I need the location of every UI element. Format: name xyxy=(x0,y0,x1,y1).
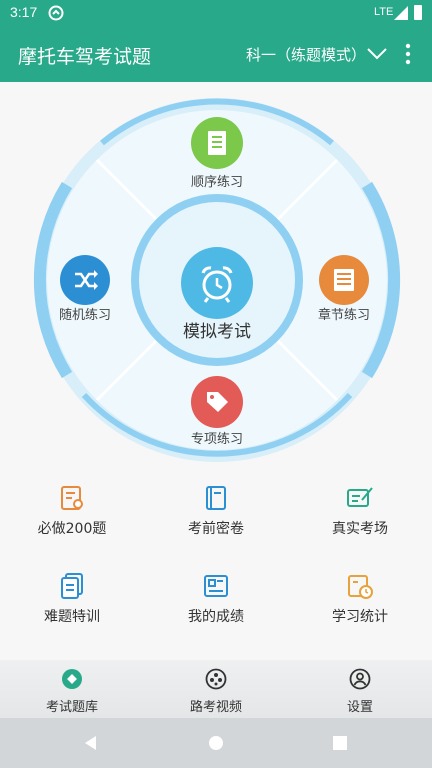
random-practice-button[interactable] xyxy=(60,255,110,305)
tag-icon xyxy=(207,392,228,412)
nav-road-test-video[interactable]: 路考视频 xyxy=(144,660,288,718)
alarm-clock-icon xyxy=(201,266,233,303)
mock-exam-label: 模拟考试 xyxy=(183,322,251,342)
mock-exam-button[interactable] xyxy=(181,247,253,319)
grid-item-my-scores[interactable]: 我的成绩 xyxy=(144,564,288,644)
question-bank-icon xyxy=(62,669,82,689)
nav-label: 路考视频 xyxy=(189,700,242,715)
chapter-practice-button[interactable] xyxy=(319,255,369,305)
film-reel-icon xyxy=(205,668,227,690)
sequential-practice-button[interactable] xyxy=(191,117,243,169)
grid-label: 学习统计 xyxy=(332,609,388,625)
battery-icon xyxy=(414,5,422,20)
nav-label: 考试题库 xyxy=(45,700,98,715)
book-icon xyxy=(206,486,226,510)
chevron-down-icon[interactable] xyxy=(366,45,388,63)
special-practice-label: 专项练习 xyxy=(190,432,243,447)
subject-selector[interactable]: 科一（练题模式） xyxy=(246,44,366,65)
status-bar: 3:17 LTE xyxy=(0,0,432,26)
bottom-nav: 考试题库 路考视频 设置 xyxy=(0,660,432,718)
grid-label: 考前密卷 xyxy=(188,521,244,537)
grid-item-must-do[interactable]: 必做200题 xyxy=(0,476,144,556)
test-doc-icon xyxy=(61,486,83,510)
system-nav-bar xyxy=(0,718,432,768)
status-time: 3:17 xyxy=(10,4,38,20)
newspaper-icon xyxy=(204,575,228,597)
grid-item-study-stats[interactable]: 学习统计 xyxy=(288,564,432,644)
app-bar: 摩托车驾考试题 科一（练题模式） xyxy=(0,26,432,82)
back-icon[interactable] xyxy=(82,734,100,752)
recents-icon[interactable] xyxy=(331,734,349,752)
nav-settings[interactable]: 设置 xyxy=(288,660,432,718)
nav-question-bank[interactable]: 考试题库 xyxy=(0,660,144,718)
grid-label: 真实考场 xyxy=(332,521,388,537)
more-vert-icon[interactable] xyxy=(400,42,416,66)
grid-label: 必做200题 xyxy=(37,521,107,537)
grid-label: 难题特训 xyxy=(44,609,100,625)
shuffle-icon xyxy=(75,270,98,290)
app-title: 摩托车驾考试题 xyxy=(18,46,152,68)
sync-icon xyxy=(48,5,64,21)
grid-item-real-exam[interactable]: 真实考场 xyxy=(288,476,432,556)
notes-icon xyxy=(208,131,226,155)
user-circle-icon xyxy=(349,668,371,690)
signal-icon xyxy=(394,6,408,20)
chapter-practice-label: 章节练习 xyxy=(317,308,370,323)
grid-label: 我的成绩 xyxy=(188,609,244,625)
special-practice-button[interactable] xyxy=(191,376,243,428)
newspaper-icon xyxy=(334,269,354,291)
nav-label: 设置 xyxy=(346,700,373,715)
sequential-practice-label: 顺序练习 xyxy=(190,175,243,190)
exam-sheet-icon xyxy=(347,487,373,507)
grid-item-pre-exam-paper[interactable]: 考前密卷 xyxy=(144,476,288,556)
home-icon[interactable] xyxy=(207,734,225,752)
practice-wheel: 顺序练习 随机练习 章节练习 专项练习 模拟考试 xyxy=(32,95,402,465)
calendar-clock-icon xyxy=(348,575,373,599)
random-practice-label: 随机练习 xyxy=(58,308,111,323)
grid-item-hard-questions[interactable]: 难题特训 xyxy=(0,564,144,644)
network-type: LTE xyxy=(374,6,394,18)
docs-icon xyxy=(61,573,83,599)
